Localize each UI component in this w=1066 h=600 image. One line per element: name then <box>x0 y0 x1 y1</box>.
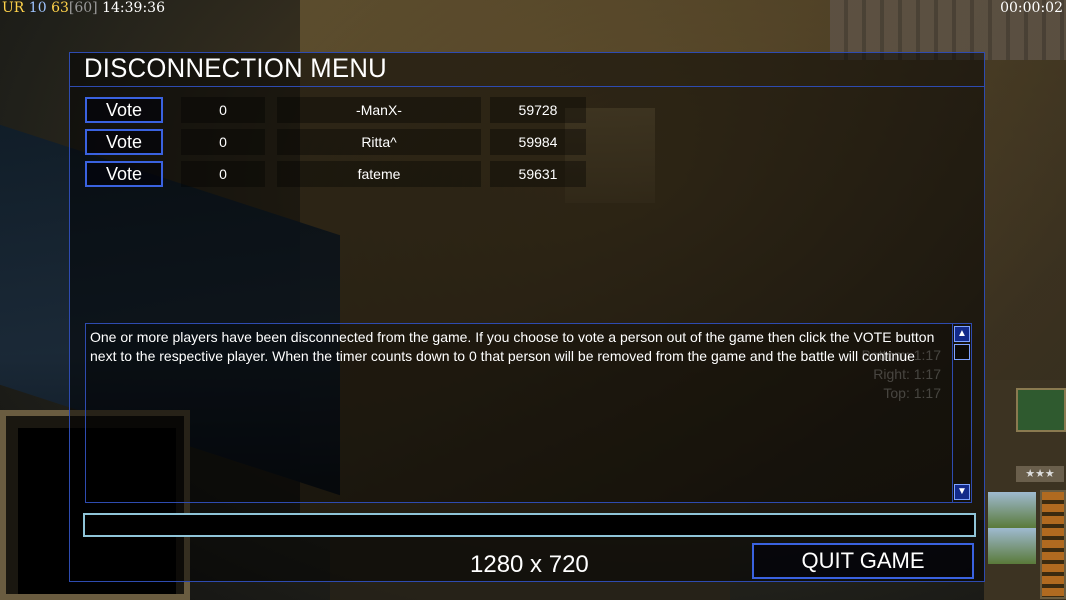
scroll-thumb[interactable] <box>954 344 970 360</box>
vote-button[interactable]: Vote <box>85 129 163 155</box>
hud-prefix: UR <box>2 0 25 16</box>
vote-button[interactable]: Vote <box>85 97 163 123</box>
hud-fps: 63 <box>51 0 69 16</box>
menu-title: DISCONNECTION MENU <box>84 53 387 83</box>
hud-fps-cap: [60] <box>68 0 98 16</box>
hud-clock: 14:39:36 <box>102 0 165 16</box>
title-divider <box>70 86 984 87</box>
vote-button[interactable]: Vote <box>85 161 163 187</box>
hud-value: 10 <box>28 0 47 16</box>
timer-top: Top: 1:17 <box>883 385 941 401</box>
scroll-down-icon[interactable]: ▼ <box>954 484 970 500</box>
hud-stats: UR 10 63[60] 14:39:36 <box>2 0 165 16</box>
quit-game-button[interactable]: QUIT GAME <box>752 543 974 579</box>
vote-count: 0 <box>181 161 265 187</box>
player-name: fateme <box>277 161 481 187</box>
player-name: -ManX- <box>277 97 481 123</box>
game-timer: 00:00:02 <box>1000 0 1063 16</box>
disconnection-menu: DISCONNECTION MENU Vote 0 -ManX- 59728 V… <box>69 52 985 582</box>
vote-count: 0 <box>181 129 265 155</box>
unit-thumbnail <box>1016 388 1066 432</box>
player-name: Ritta^ <box>277 129 481 155</box>
message-scrollbar[interactable]: ▲ ▼ <box>952 324 971 502</box>
message-box: One or more players have been disconnect… <box>85 323 972 503</box>
resolution-label: 1280 x 720 <box>470 551 589 578</box>
chat-input[interactable] <box>83 513 976 537</box>
player-ping: 59984 <box>490 129 586 155</box>
scroll-up-icon[interactable]: ▲ <box>954 326 970 342</box>
unit-portrait <box>988 492 1036 528</box>
vote-count: 0 <box>181 97 265 123</box>
disconnect-message: One or more players have been disconnect… <box>90 329 935 364</box>
player-ping: 59728 <box>490 97 586 123</box>
power-meter <box>1040 490 1066 599</box>
timer-bottom: Bottom: 1:17 <box>861 347 941 363</box>
timer-right: Right: 1:17 <box>873 366 941 382</box>
unit-portrait <box>988 528 1036 564</box>
rank-stars: ★★★ <box>1016 466 1064 482</box>
player-ping: 59631 <box>490 161 586 187</box>
countdown-timers: Bottom: 1:17 Right: 1:17 Top: 1:17 <box>862 346 941 403</box>
